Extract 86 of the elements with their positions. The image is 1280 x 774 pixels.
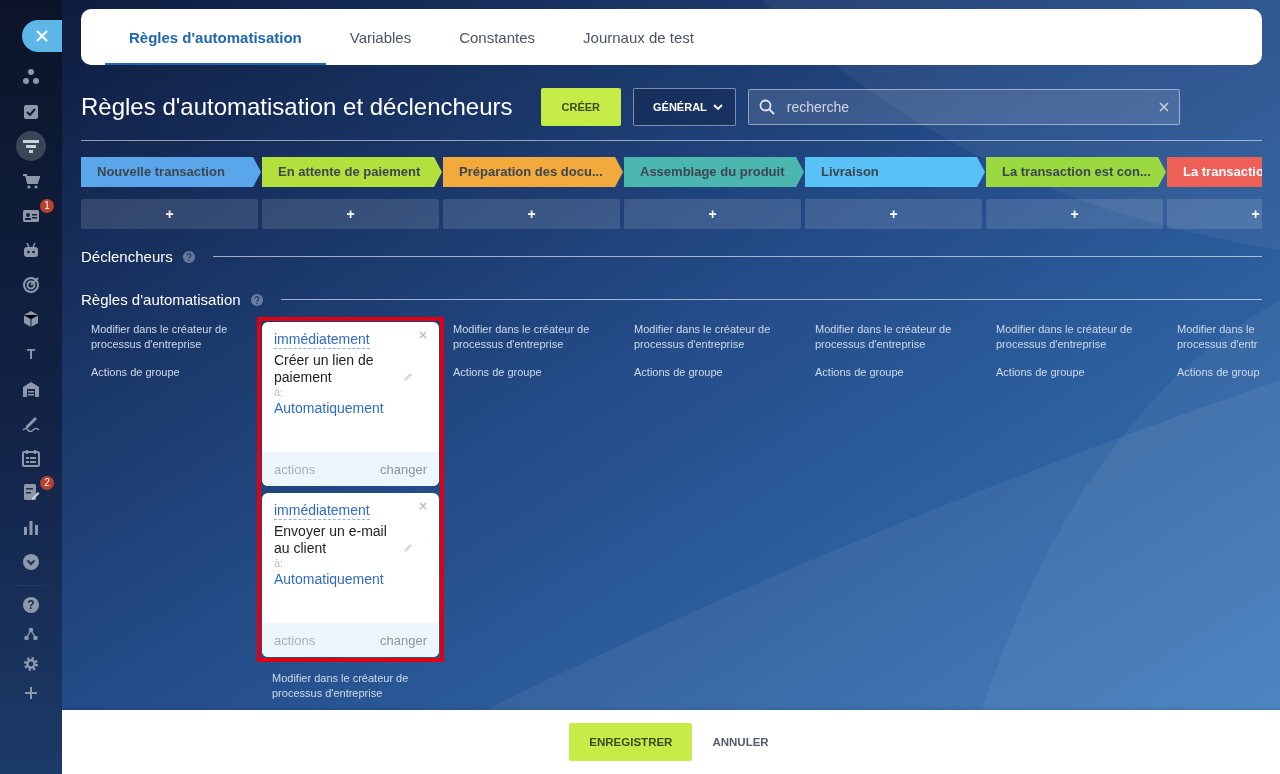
section-title: Règles d'automatisation	[81, 291, 241, 308]
settings-icon	[23, 655, 39, 672]
robot-icon	[22, 241, 40, 260]
sidebar-item[interactable]	[22, 414, 40, 433]
tab[interactable]: Constantes	[435, 11, 560, 65]
sidebar-item[interactable]	[22, 448, 40, 467]
filter-dropdown[interactable]: GÉNÉRAL	[633, 88, 736, 126]
sidebar-item[interactable]: ?	[23, 596, 39, 613]
editor-link[interactable]: Modifier dans le créateur de processus d'entreprise	[81, 322, 258, 352]
close-icon	[36, 30, 48, 42]
add-trigger-button[interactable]: +	[805, 199, 982, 229]
sidebar-item[interactable]	[22, 275, 40, 294]
filter-icon	[22, 137, 40, 156]
editor-link[interactable]: Modifier dans le créateur de processus d'entreprise	[805, 322, 982, 352]
responsible-link[interactable]: Automatiquement	[274, 399, 427, 417]
add-trigger-button[interactable]: +	[986, 199, 1163, 229]
tab[interactable]: Journaux de test	[559, 11, 718, 65]
editor-link[interactable]: Modifier dans le créateur de processus d'entreprise	[443, 322, 620, 352]
save-button[interactable]: ENREGISTRER	[569, 723, 693, 761]
add-trigger-button[interactable]: +	[443, 199, 620, 229]
stage-header[interactable]: Nouvelle transaction	[81, 157, 261, 187]
stage-header[interactable]: Assemblage du produit	[624, 157, 804, 187]
clear-icon[interactable]	[1158, 102, 1169, 112]
editor-link[interactable]: Modifier dans le processus d'entr	[1167, 322, 1262, 352]
editor-link[interactable]: Modifier dans le créateur de processus d'entreprise	[262, 671, 439, 701]
section-title: Déclencheurs	[81, 248, 173, 265]
search-icon	[758, 99, 775, 115]
tab[interactable]: Règles d'automatisation	[105, 11, 326, 65]
sidebar-item[interactable]	[16, 131, 46, 162]
count-badge: 2	[40, 476, 54, 491]
signature-icon	[22, 414, 40, 433]
add-trigger-button[interactable]: +	[81, 199, 258, 229]
close-button[interactable]	[22, 20, 62, 52]
group-actions-link[interactable]: Actions de groupe	[805, 365, 982, 380]
rule-title: Créer un lien de paiement	[274, 352, 375, 386]
help-icon[interactable]	[182, 250, 195, 263]
bar-chart-icon	[22, 518, 40, 536]
tab[interactable]: Variables	[325, 11, 436, 65]
sidebar-item[interactable]	[22, 552, 40, 571]
group-actions-link[interactable]: Actions de groupe	[986, 365, 1163, 380]
sidebar-item[interactable]	[22, 379, 40, 398]
count-badge: 1	[40, 199, 54, 214]
stage-header[interactable]: Préparation des docu...	[443, 157, 623, 187]
add-trigger-button[interactable]: +	[624, 199, 801, 229]
cart-icon	[22, 172, 40, 191]
sidebar-item[interactable]	[22, 241, 40, 260]
create-button[interactable]: CRÉER	[540, 88, 622, 126]
delay-link[interactable]: immédiatement	[274, 502, 370, 520]
delay-link[interactable]: immédiatement	[274, 331, 370, 349]
help-icon[interactable]	[250, 293, 263, 306]
cancel-button[interactable]: ANNULER	[708, 736, 773, 748]
plus-icon	[23, 685, 39, 702]
dots-icon	[22, 68, 40, 87]
target-icon	[22, 275, 40, 294]
rule-title: Envoyer un e-mail au client	[274, 523, 388, 557]
cube-icon	[22, 310, 40, 329]
group-actions-link[interactable]: Actions de group	[1167, 365, 1262, 380]
sidebar-item[interactable]	[22, 102, 40, 121]
page-title: Règles d'automatisation et déclencheurs	[81, 93, 513, 121]
sidebar-item[interactable]: T	[26, 346, 36, 363]
add-trigger-button[interactable]: +	[1167, 199, 1262, 229]
stage-header[interactable]: Livraison	[805, 157, 985, 187]
chevron-down-icon	[712, 103, 723, 111]
field-label: à:	[274, 386, 285, 399]
sidebar-item[interactable]	[22, 518, 40, 536]
chevron-down-icon	[22, 552, 40, 571]
checkbox-icon	[22, 102, 40, 121]
group-actions-link[interactable]: Actions de groupe	[81, 365, 258, 380]
stage-header[interactable]: La transaction est con...	[986, 157, 1166, 187]
sidebar-item[interactable]	[22, 483, 40, 502]
network-icon	[23, 626, 39, 643]
sidebar-item[interactable]	[22, 68, 40, 87]
warehouse-icon	[22, 379, 40, 398]
search-field[interactable]: recherche	[747, 89, 1180, 125]
add-trigger-button[interactable]: +	[262, 199, 439, 229]
group-actions-link[interactable]: Actions de groupe	[443, 365, 620, 380]
editor-link[interactable]: Modifier dans le créateur de processus d'entreprise	[624, 322, 801, 352]
editor-link[interactable]: Modifier dans le créateur de processus d'entreprise	[986, 322, 1163, 352]
stage-header[interactable]: En attente de paiement	[262, 157, 442, 187]
field-label: à:	[274, 557, 285, 570]
responsible-link[interactable]: Automatiquement	[274, 570, 427, 588]
document-edit-icon	[22, 483, 40, 502]
calendar-list-icon	[22, 448, 40, 467]
group-actions-link[interactable]: Actions de groupe	[624, 365, 801, 380]
sidebar-item[interactable]	[22, 310, 40, 329]
sidebar-item[interactable]	[22, 172, 40, 191]
